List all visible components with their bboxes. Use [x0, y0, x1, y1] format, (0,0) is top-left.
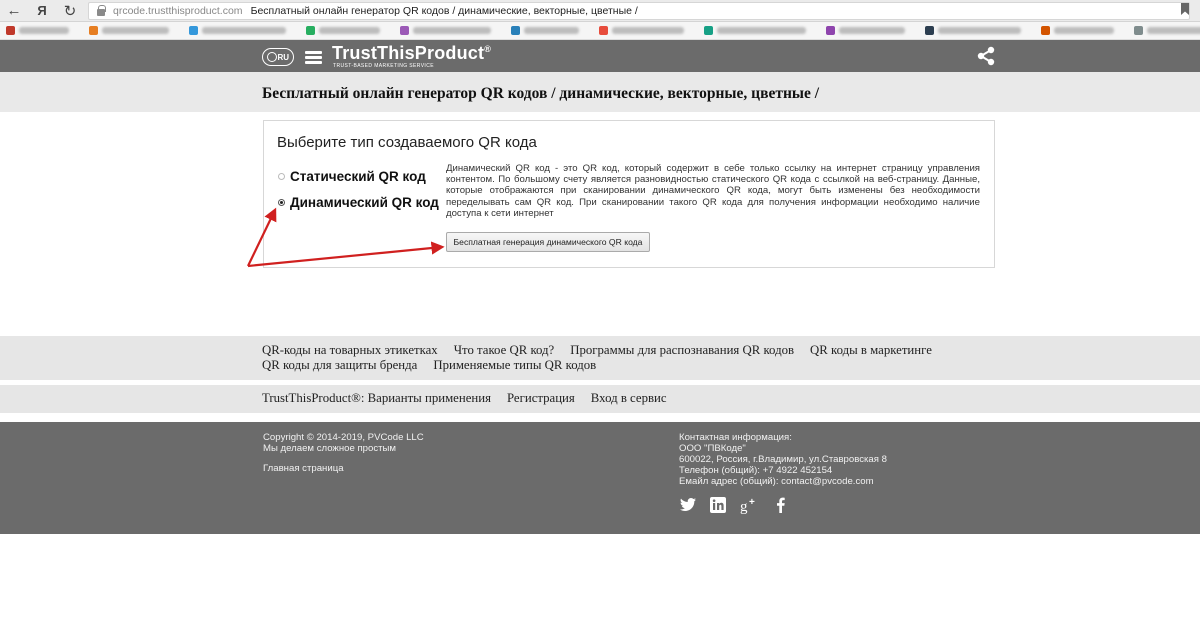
bookmark-item[interactable] [826, 26, 905, 35]
footer-company: ООО "ПВКоде" [679, 443, 746, 454]
globe-icon [267, 52, 277, 62]
bookmark-favicon-icon [826, 26, 835, 35]
bookmark-label-blurred [19, 27, 69, 34]
footer-email[interactable]: Емайл адрес (общий): contact@pvcode.com [679, 476, 874, 487]
radio-dynamic-label: Динамический QR код [290, 195, 439, 210]
bookmark-label-blurred [413, 27, 491, 34]
footer-contact-title: Контактная информация: [679, 432, 792, 443]
bookmark-item[interactable] [925, 26, 1021, 35]
bookmark-label-blurred [938, 27, 1021, 34]
radio-dynamic-dot[interactable] [278, 199, 285, 206]
seo-link-0[interactable]: QR-коды на товарных этикетках [262, 343, 438, 358]
bookmark-label-blurred [1147, 27, 1200, 34]
footer-address: 600022, Россия, г.Владимир, ул.Ставровск… [679, 454, 887, 465]
reload-button[interactable]: ↻ [56, 0, 84, 22]
bookmark-item[interactable] [511, 26, 579, 35]
language-badge[interactable]: RU [262, 48, 294, 66]
bookmark-favicon-icon [189, 26, 198, 35]
bookmark-favicon-icon [511, 26, 520, 35]
share-icon[interactable] [976, 46, 996, 66]
url-domain: qrcode.trustthisproduct.com [113, 5, 243, 17]
back-button[interactable]: ← [0, 0, 28, 22]
svg-text:g: g [740, 499, 748, 514]
seo-link-3[interactable]: QR коды в маркетинге [810, 343, 932, 358]
bookmark-favicon-icon [704, 26, 713, 35]
radio-static-dot[interactable] [278, 173, 285, 180]
links-row-3: TrustThisProduct®: Варианты применения Ре… [262, 391, 683, 406]
bookmark-item[interactable] [6, 26, 69, 35]
bookmark-label-blurred [524, 27, 579, 34]
page-title: Бесплатный онлайн генератор QR кодов / д… [262, 85, 820, 102]
bookmark-favicon-icon [925, 26, 934, 35]
service-link-2[interactable]: Вход в сервис [591, 391, 667, 406]
address-bar[interactable]: qrcode.trustthisproduct.com Бесплатный о… [88, 2, 1190, 20]
bookmark-item[interactable] [400, 26, 491, 35]
site-logo[interactable]: TrustThisProduct® [332, 43, 491, 64]
seo2-link-0[interactable]: QR коды для защиты бренда [262, 358, 417, 373]
bookmark-favicon-icon [1134, 26, 1143, 35]
bookmark-item[interactable] [189, 26, 286, 35]
logo-tagline: TRUST-BASED MARKETING SERVICE [333, 63, 434, 69]
service-link-0[interactable]: TrustThisProduct®: Варианты применения [262, 391, 491, 406]
bookmark-item[interactable] [306, 26, 380, 35]
facebook-icon[interactable] [772, 496, 790, 514]
service-link-1[interactable]: Регистрация [507, 391, 575, 406]
bookmark-item[interactable] [1041, 26, 1114, 35]
hamburger-icon[interactable] [305, 51, 322, 64]
url-tab-title: Бесплатный онлайн генератор QR кодов / д… [250, 5, 638, 17]
links-row-2: QR коды для защиты бренда Применяемые тип… [262, 358, 612, 373]
radio-static[interactable]: Статический QR код [278, 169, 426, 184]
footer-phone: Телефон (общий): +7 4922 452154 [679, 465, 833, 476]
svg-text:+: + [749, 497, 755, 508]
bookmark-item[interactable] [1134, 26, 1200, 35]
lock-icon [95, 5, 107, 17]
google-plus-icon[interactable]: g + [740, 496, 758, 514]
panel-title: Выберите тип создаваемого QR кода [277, 134, 537, 151]
site-header [0, 40, 1200, 72]
seo-link-1[interactable]: Что такое QR код? [454, 343, 555, 358]
bookmark-favicon-icon [599, 26, 608, 35]
bookmark-label-blurred [839, 27, 905, 34]
bookmark-label-blurred [319, 27, 380, 34]
links-row-1: QR-коды на товарных этикетках Что такое Q… [262, 343, 948, 358]
seo-link-2[interactable]: Программы для распознавания QR кодов [570, 343, 794, 358]
footer-home-link[interactable]: Главная страница [263, 463, 344, 474]
site-footer [0, 422, 1200, 534]
seo2-link-1[interactable]: Применяемые типы QR кодов [433, 358, 596, 373]
linkedin-icon[interactable] [709, 496, 727, 514]
bookmark-favicon-icon [89, 26, 98, 35]
yandex-button[interactable]: Я [28, 0, 56, 22]
radio-dynamic[interactable]: Динамический QR код [278, 195, 439, 210]
bookmark-favicon-icon [400, 26, 409, 35]
bookmark-item[interactable] [89, 26, 169, 35]
bookmark-item[interactable] [599, 26, 684, 35]
radio-static-label: Статический QR код [290, 169, 426, 184]
bookmark-label-blurred [102, 27, 169, 34]
bookmark-label-blurred [1054, 27, 1114, 34]
bookmark-label-blurred [612, 27, 684, 34]
generate-dynamic-qr-button[interactable]: Бесплатная генерация динамического QR ко… [446, 232, 650, 252]
bookmark-label-blurred [202, 27, 286, 34]
bookmark-favicon-icon [306, 26, 315, 35]
bookmark-label-blurred [717, 27, 806, 34]
dynamic-qr-description: Динамический QR код - это QR код, которы… [446, 163, 980, 219]
bookmarks-bar [0, 22, 1200, 40]
bookmark-favicon-icon [1041, 26, 1050, 35]
footer-tagline: Мы делаем сложное простым [263, 443, 397, 454]
bookmark-favicon-icon [6, 26, 15, 35]
twitter-icon[interactable] [679, 496, 697, 514]
bookmark-item[interactable] [704, 26, 806, 35]
footer-copyright: Copyright © 2014-2019, PVCode LLC [263, 432, 424, 443]
bookmark-icon[interactable] [1180, 2, 1190, 16]
